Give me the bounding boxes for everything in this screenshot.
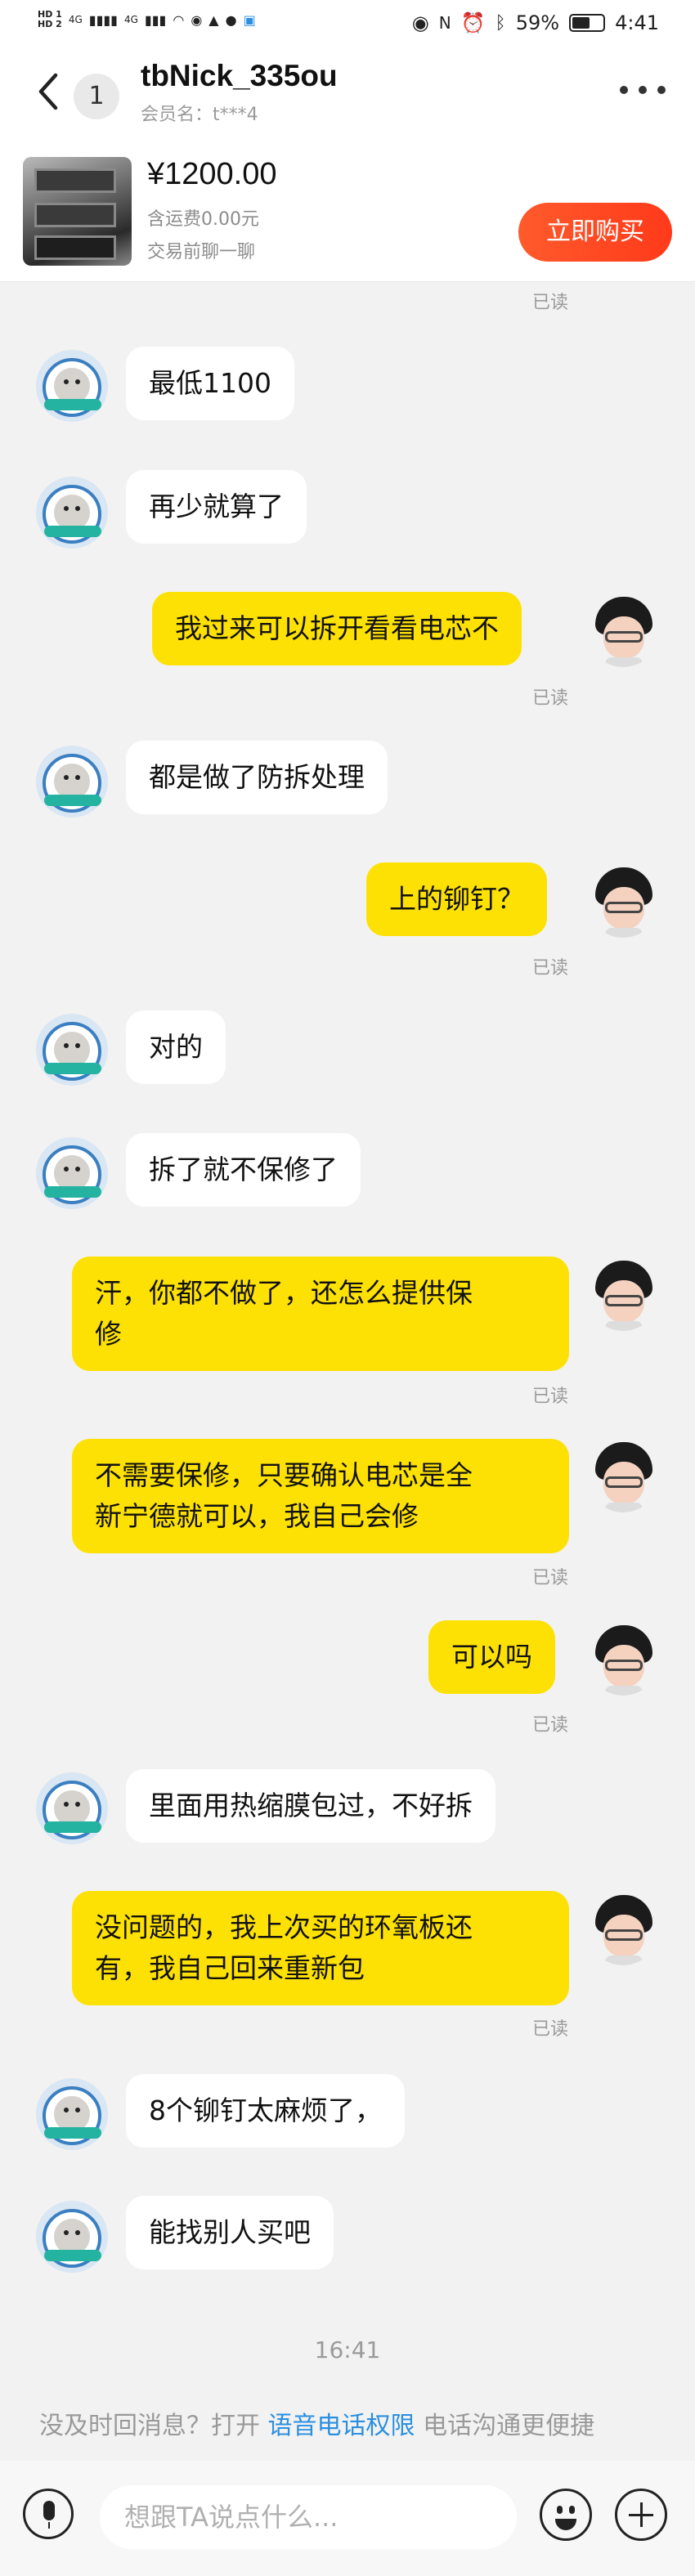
eye-icon: ◉ (411, 11, 429, 34)
seller-avatar[interactable] (36, 2201, 108, 2273)
wechat-icon: ◉ (191, 11, 203, 28)
battery-fill (572, 17, 590, 29)
read-receipt: 已读 (531, 1387, 568, 1407)
input-bar (0, 2461, 695, 2576)
chevron-left-icon[interactable] (29, 67, 70, 116)
message-bubble[interactable]: 我过来可以拆开看看电芯不 (152, 592, 522, 665)
message-line: 汗，你都不做了，还怎么提供保 (95, 1277, 473, 1309)
chat-timestamp: 16:41 (314, 2336, 381, 2363)
product-card[interactable]: ¥1200.00 含运费0.00元 交易前聊一聊 立即购买 (0, 139, 695, 282)
chat-header: 1 tbNick_335ou 会员名：t***4 (0, 49, 695, 139)
message-bubble[interactable]: 对的 (126, 1010, 226, 1084)
message-bubble[interactable]: 能找别人买吧 (126, 2196, 334, 2269)
seller-avatar[interactable] (36, 477, 108, 549)
emoji-icon[interactable] (540, 2489, 592, 2541)
battery-percent: 59% (515, 11, 560, 34)
read-receipt: 已读 (531, 958, 568, 979)
seller-avatar[interactable] (36, 350, 108, 422)
my-avatar[interactable] (587, 595, 659, 667)
signal-bars-icon: ▮▮▮ (144, 11, 167, 28)
my-avatar[interactable] (587, 866, 659, 938)
unread-count-badge[interactable]: 1 (74, 74, 119, 119)
read-receipt: 已读 (531, 2019, 568, 2040)
voice-tip-prefix: 没及时回消息？打开 (39, 2412, 260, 2440)
message-line: 修 (95, 1318, 122, 1350)
product-price: ¥1200.00 (147, 157, 277, 191)
voice-call-tip: 没及时回消息？打开 语音电话权限 电话沟通更便捷 (39, 2405, 594, 2441)
signal-2: 4G (123, 14, 138, 25)
more-dots-icon[interactable] (620, 82, 666, 98)
seller-avatar[interactable] (36, 1772, 108, 1844)
message-line: 有，我自己回来重新包 (95, 1952, 365, 1984)
message-bubble[interactable]: 里面用热缩膜包过，不好拆 (126, 1769, 495, 1843)
seller-avatar[interactable] (36, 746, 108, 818)
signal-bars-icon: ▮▮▮▮ (88, 11, 118, 28)
message-bubble[interactable]: 最低1100 (126, 347, 294, 420)
seller-avatar[interactable] (36, 1014, 108, 1086)
message-line: 新宁德就可以，我自己会修 (95, 1500, 419, 1532)
my-avatar[interactable] (587, 1440, 659, 1512)
my-avatar[interactable] (587, 1893, 659, 1965)
chat-before-trade: 交易前聊一聊 (147, 242, 256, 262)
product-image[interactable] (23, 157, 132, 266)
microphone-icon[interactable] (23, 2489, 74, 2539)
message-bubble[interactable]: 上的铆钉？ (366, 862, 547, 936)
message-input[interactable] (100, 2485, 517, 2549)
status-right: ◉ N ⏰ ᛒ 59% 4:41 (412, 11, 659, 34)
read-receipt: 已读 (531, 1715, 568, 1736)
read-receipt: 已读 (531, 293, 568, 313)
voice-tip-suffix: 电话沟通更便捷 (423, 2412, 595, 2440)
message-bubble[interactable]: 汗，你都不做了，还怎么提供保 修 (72, 1257, 569, 1371)
voice-permission-link[interactable]: 语音电话权限 (268, 2412, 415, 2440)
my-avatar[interactable] (587, 1259, 659, 1331)
shipping-info: 含运费0.00元 (147, 209, 259, 230)
read-receipt: 已读 (531, 1568, 568, 1588)
app-notification-icon: ▲ (208, 11, 219, 28)
message-bubble[interactable]: 可以吗 (428, 1620, 555, 1694)
member-name: 会员名：t***4 (141, 105, 258, 125)
message-line: 不需要保修，只要确认电芯是全 (95, 1459, 473, 1491)
message-line: 没问题的，我上次买的环氧板还 (95, 1911, 473, 1943)
alarm-icon: ⏰ (460, 11, 486, 34)
bluetooth-icon: ᛒ (495, 12, 506, 34)
message-bubble[interactable]: 不需要保修，只要确认电芯是全 新宁德就可以，我自己会修 (72, 1439, 569, 1553)
nfc-icon: N (438, 13, 451, 33)
message-bubble[interactable]: 拆了就不保修了 (126, 1133, 361, 1207)
signal-1: 4G (68, 14, 83, 25)
message-bubble[interactable]: 都是做了防拆处理 (126, 741, 388, 814)
clock: 4:41 (615, 11, 659, 34)
seller-avatar[interactable] (36, 2078, 108, 2150)
plus-icon[interactable] (615, 2489, 667, 2541)
buy-now-button[interactable]: 立即购买 (518, 203, 672, 262)
my-avatar[interactable] (587, 1624, 659, 1696)
wifi-icon: ◠ (173, 11, 185, 28)
battery-icon (569, 14, 606, 32)
hd2-label: HD 2 (38, 19, 62, 29)
status-bar: HD 1 HD 2 4G ▮▮▮▮ 4G ▮▮▮ ◠ ◉ ▲ ● ▣ ◉ N ⏰… (0, 0, 695, 49)
seller-avatar[interactable] (36, 1137, 108, 1209)
contact-nickname: tbNick_335ou (141, 59, 338, 92)
qq-icon: ● (225, 11, 237, 28)
message-bubble[interactable]: 8个铆钉太麻烦了， (126, 2074, 405, 2148)
app-notification-icon: ▣ (243, 11, 256, 28)
status-left: HD 1 HD 2 4G ▮▮▮▮ 4G ▮▮▮ ◠ ◉ ▲ ● ▣ (38, 10, 256, 29)
read-receipt: 已读 (531, 688, 568, 709)
message-bubble[interactable]: 没问题的，我上次买的环氧板还 有，我自己回来重新包 (72, 1891, 569, 2005)
message-bubble[interactable]: 再少就算了 (126, 470, 307, 544)
